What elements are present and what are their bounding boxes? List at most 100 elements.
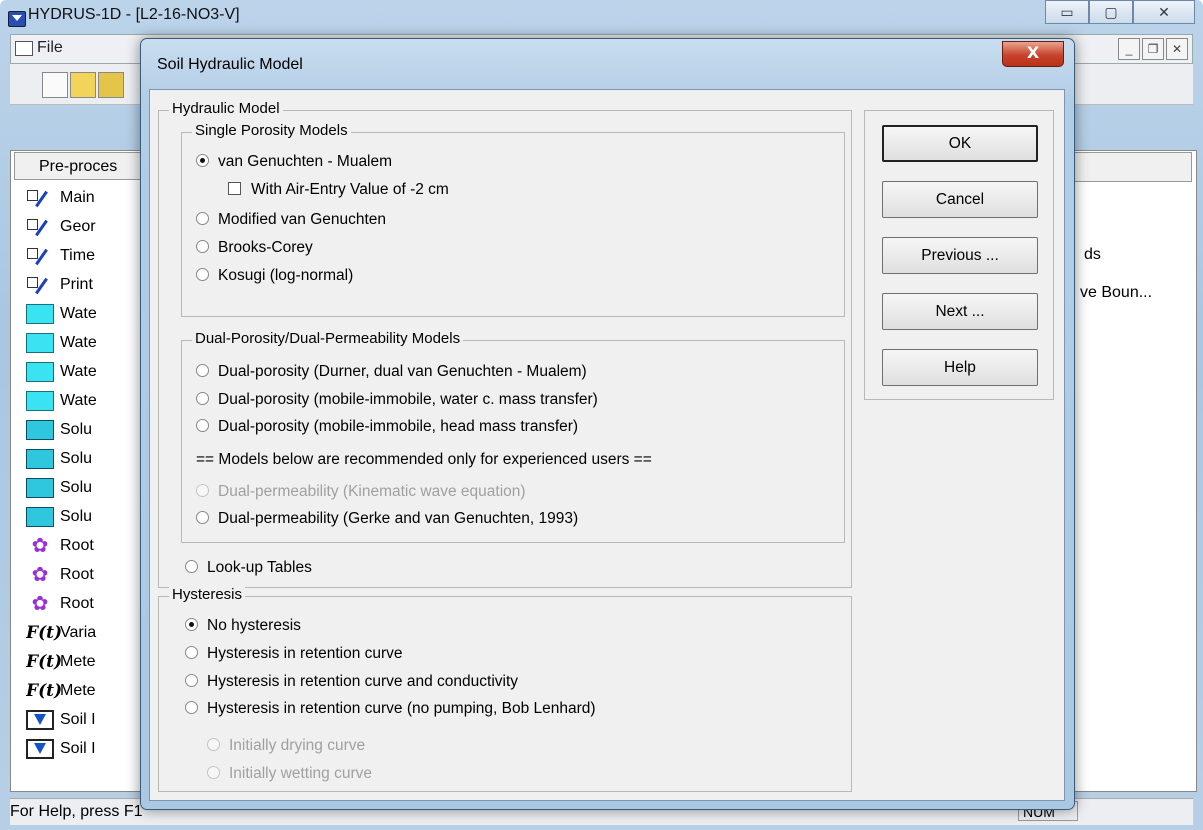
next-button[interactable]: Next ... [882,293,1038,330]
previous-button[interactable]: Previous ... [882,237,1038,274]
radio-no-hysteresis[interactable]: No hysteresis [185,617,301,635]
check-pencil-icon [26,275,54,295]
radio-hysteresis-retention[interactable]: Hysteresis in retention curve [185,645,403,663]
tree-item[interactable]: ✿ Root [26,536,156,558]
experienced-users-note: == Models below are recommended only for… [196,451,652,468]
check-pencil-icon [26,217,54,237]
tree-item[interactable]: Solu [26,507,156,529]
radio-button[interactable] [185,560,198,573]
open-folder-button[interactable] [70,72,96,98]
tree-item[interactable]: Soil I [26,710,156,732]
child-restore-button[interactable]: ❐ [1142,38,1164,60]
help-button[interactable]: Help [882,349,1038,386]
tree-item-label: Main [60,189,95,207]
document-window-icon[interactable] [15,41,33,56]
ok-button[interactable]: OK [882,125,1038,162]
menu-file[interactable]: File [37,39,63,57]
function-icon: F(t) [26,652,63,672]
tree-item[interactable]: ✿ Root [26,594,156,616]
radio-button [207,738,220,751]
radio-look-up-tables[interactable]: Look-up Tables [185,559,312,577]
radio-dual-porosity-durner[interactable]: Dual-porosity (Durner, dual van Genuchte… [196,363,587,381]
tree-item-label: Solu [60,508,93,526]
radio-button[interactable] [196,364,209,377]
radio-button[interactable] [185,674,198,687]
cancel-button[interactable]: Cancel [882,181,1038,218]
tree-item[interactable]: Solu [26,420,156,442]
radio-kosugi[interactable]: Kosugi (log-normal) [196,267,353,285]
tree-item[interactable]: F(t)Mete [26,681,156,703]
tree-item-label: Soil I [60,711,96,729]
maximize-button[interactable]: ▢ [1089,0,1133,24]
air-entry-checkbox-row[interactable]: With Air-Entry Value of -2 cm [228,181,449,199]
radio-label: Dual-porosity (mobile-immobile, head mas… [218,418,579,435]
tree-item[interactable]: Time [26,246,156,268]
radio-label: Hysteresis in retention curve and conduc… [207,673,519,690]
radio-dual-porosity-water-transfer[interactable]: Dual-porosity (mobile-immobile, water c.… [196,391,598,409]
radio-button[interactable] [196,392,209,405]
dialog-close-button[interactable]: X [1002,41,1064,67]
tree-item[interactable]: Wate [26,362,156,384]
radio-button[interactable] [196,419,209,432]
single-porosity-legend: Single Porosity Models [192,122,351,139]
tree-item[interactable]: Print [26,275,156,297]
tree-item-label: Wate [60,363,97,381]
child-minimize-button[interactable]: _ [1118,38,1140,60]
radio-label: Kosugi (log-normal) [218,267,354,284]
radio-label: Dual-permeability (Gerke and van Genucht… [218,510,579,527]
tree-item[interactable]: F(t)Varia [26,623,156,645]
radio-modified-van-genuchten[interactable]: Modified van Genuchten [196,211,386,229]
child-close-button[interactable]: ✕ [1166,38,1188,60]
soil-hydraulic-model-dialog: Soil Hydraulic Model X Hydraulic Model S… [140,38,1075,810]
radio-button[interactable] [185,701,198,714]
root-icon: ✿ [31,594,49,615]
new-file-button[interactable] [42,72,68,98]
tree-item[interactable]: Solu [26,478,156,500]
hysteresis-legend: Hysteresis [169,586,246,603]
radio-button[interactable] [185,618,198,631]
radio-button[interactable] [196,240,209,253]
tree-item[interactable]: Wate [26,391,156,413]
tree-item[interactable]: Wate [26,304,156,326]
radio-dual-permeability-kinematic: Dual-permeability (Kinematic wave equati… [196,483,526,501]
radio-van-genuchten-mualem[interactable]: van Genuchten - Mualem [196,153,392,171]
tree-item[interactable]: Main [26,188,156,210]
tree-item[interactable]: Wate [26,333,156,355]
tree-item-label: Time [60,247,95,265]
tree-item[interactable]: Geor [26,217,156,239]
toolbar-button[interactable] [98,72,124,98]
radio-dual-permeability-gerke[interactable]: Dual-permeability (Gerke and van Genucht… [196,510,578,528]
radio-label: Hysteresis in retention curve [207,645,403,662]
preprocessing-header[interactable]: Pre-proces [14,152,154,180]
radio-button[interactable] [196,511,209,524]
close-icon: ✕ [1158,3,1170,20]
tree-item-label: Geor [60,218,96,236]
dual-porosity-group: Dual-Porosity/Dual-Permeability Models D… [181,330,845,543]
radio-label: No hysteresis [207,617,301,634]
tree-item[interactable]: ✿ Root [26,565,156,587]
radio-button[interactable] [196,212,209,225]
right-pane-item[interactable]: ds [1084,246,1101,264]
radio-button[interactable] [185,646,198,659]
right-pane-item[interactable]: ve Boun... [1080,284,1152,302]
tree-item[interactable]: Solu [26,449,156,471]
radio-hysteresis-retention-conductivity[interactable]: Hysteresis in retention curve and conduc… [185,673,518,691]
radio-dual-porosity-head-transfer[interactable]: Dual-porosity (mobile-immobile, head mas… [196,418,578,436]
radio-initially-drying: Initially drying curve [207,737,365,755]
radio-button[interactable] [196,268,209,281]
air-entry-checkbox[interactable] [228,182,241,195]
radio-button [196,484,209,497]
minimize-button[interactable]: ▭ [1045,0,1089,24]
tree-item-label: Varia [60,624,97,642]
tree-item-label: Root [60,595,94,613]
radio-brooks-corey[interactable]: Brooks-Corey [196,239,313,257]
tree-item-label: Soil I [60,740,96,758]
tree-item-label: Wate [60,334,97,352]
tree-item[interactable]: F(t)Mete [26,652,156,674]
close-window-button[interactable]: ✕ [1133,0,1195,24]
maximize-icon: ▢ [1104,3,1118,20]
radio-button[interactable] [196,154,209,167]
radio-hysteresis-no-pumping[interactable]: Hysteresis in retention curve (no pumpin… [185,700,596,718]
tree-item[interactable]: Soil I [26,739,156,761]
window-controls: ▭ ▢ ✕ [1045,0,1195,24]
